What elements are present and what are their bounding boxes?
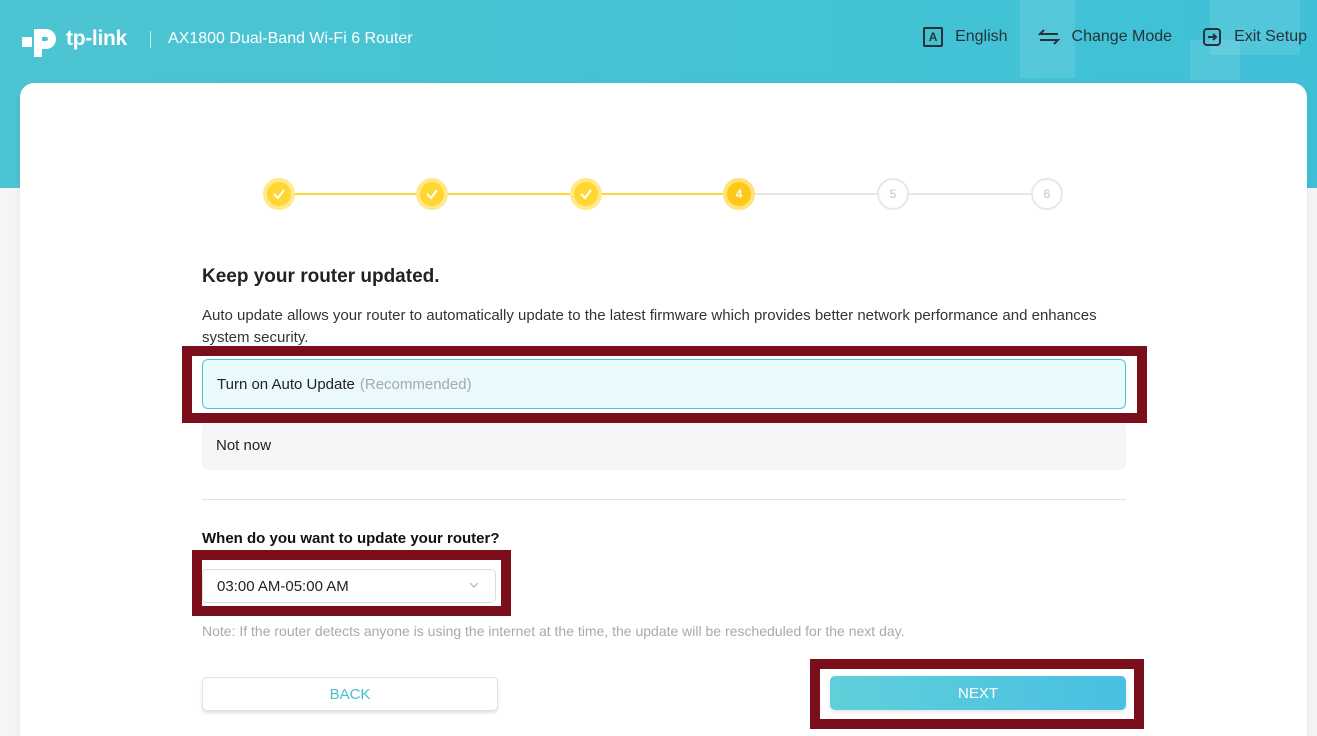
step-2 [416, 178, 448, 210]
change-mode-label: Change Mode [1071, 28, 1173, 45]
setup-page: tp-link AX1800 Dual-Band Wi-Fi 6 Router … [0, 0, 1317, 736]
step-3 [570, 178, 602, 210]
header-actions: A English Change Mode Exit Setup [923, 27, 1307, 47]
auto-update-on-option[interactable]: Turn on Auto Update (Recommended) [202, 359, 1126, 409]
step-1 [263, 178, 295, 210]
schedule-question: When do you want to update your router? [202, 530, 500, 547]
step-4: 4 [723, 178, 755, 210]
recommended-hint: (Recommended) [359, 375, 472, 393]
tp-link-logo[interactable]: tp-link [20, 17, 127, 61]
update-time-select[interactable]: 03:00 AM-05:00 AM [202, 569, 496, 603]
exit-icon [1203, 28, 1222, 46]
not-now-option[interactable]: Not now [202, 420, 1126, 470]
schedule-note: Note: If the router detects anyone is us… [202, 623, 905, 639]
check-icon [580, 189, 592, 200]
model-name: AX1800 Dual-Band Wi-Fi 6 Router [168, 30, 413, 47]
page-title: Keep your router updated. [202, 266, 440, 287]
chevron-down-icon [469, 582, 479, 588]
top-header: tp-link AX1800 Dual-Band Wi-Fi 6 Router … [0, 0, 1317, 80]
step-5: 5 [877, 178, 909, 210]
progress-stepper: 4 5 6 [263, 178, 1063, 210]
check-icon [426, 189, 438, 200]
language-button[interactable]: A English [923, 27, 1008, 47]
tp-link-logo-mark-icon [22, 29, 56, 57]
update-time-value: 03:00 AM-05:00 AM [217, 577, 349, 595]
step-6: 6 [1031, 178, 1063, 210]
exit-setup-label: Exit Setup [1234, 28, 1307, 45]
header-divider [150, 31, 151, 48]
language-icon: A [923, 27, 944, 47]
page-description: Auto update allows your router to automa… [202, 307, 1097, 346]
brand-name: tp-link [66, 27, 127, 50]
exit-setup-button[interactable]: Exit Setup [1202, 27, 1307, 47]
swap-arrows-icon [1037, 29, 1060, 45]
change-mode-button[interactable]: Change Mode [1037, 28, 1173, 46]
auto-update-on-label: Turn on Auto Update [217, 375, 355, 393]
next-button[interactable]: NEXT [830, 676, 1126, 710]
back-button[interactable]: BACK [202, 677, 498, 711]
stepper-line-done [279, 193, 739, 195]
check-icon [273, 189, 285, 200]
section-divider [202, 499, 1126, 500]
language-label: English [955, 28, 1008, 45]
not-now-label: Not now [216, 436, 272, 454]
